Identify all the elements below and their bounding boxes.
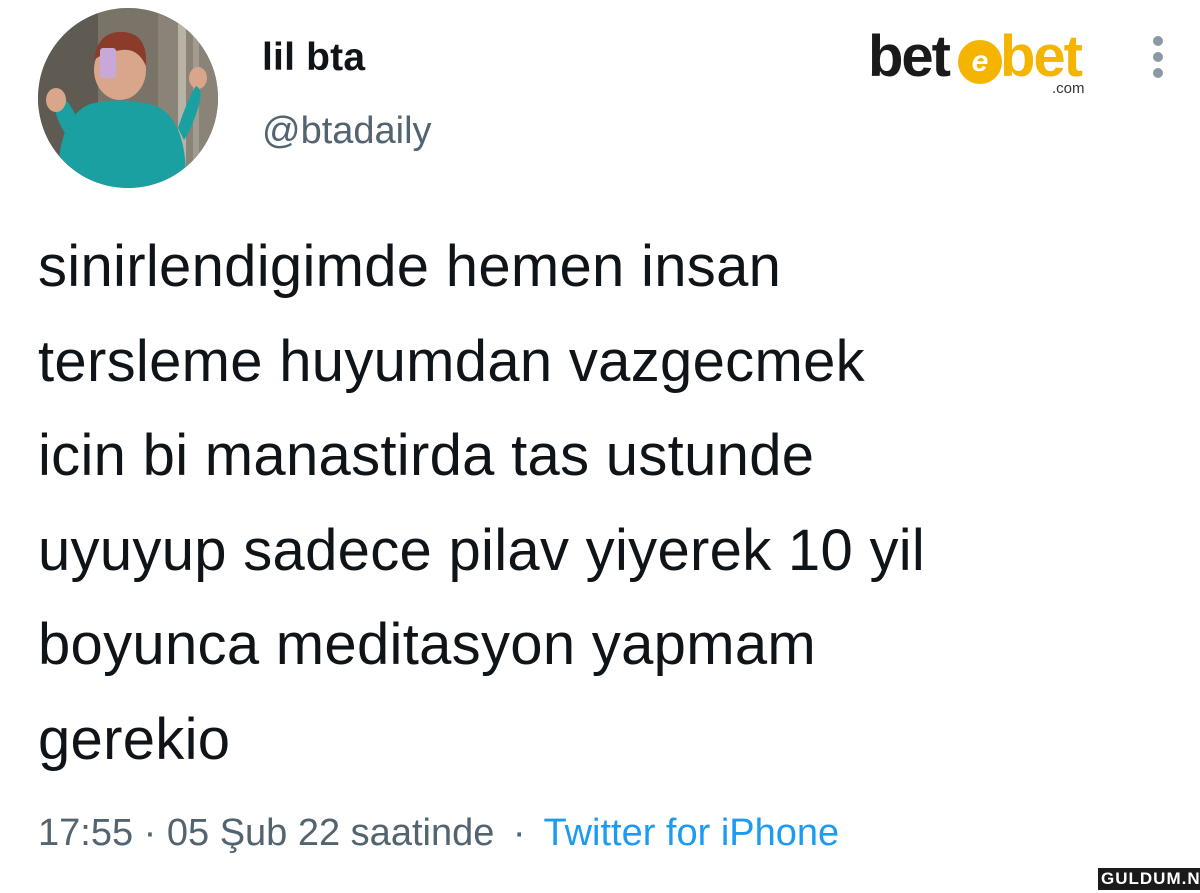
tweet-text: sinirlendigimde hemen insan tersleme huy…	[38, 234, 926, 772]
brand-logo-domain: .com	[1052, 80, 1085, 97]
tweet-card: lil bta @btadaily bet e bet .com sinirle…	[0, 0, 1200, 893]
tweet-source-link[interactable]: Twitter for iPhone	[543, 812, 839, 854]
display-name[interactable]: lil bta	[262, 36, 365, 80]
tweet-meta: 17:55 · 05 Şub 22 saatinde · Twitter for…	[38, 812, 839, 855]
avatar[interactable]	[38, 8, 218, 188]
more-vertical-icon[interactable]	[1148, 36, 1168, 84]
brand-logo-left: bet	[868, 24, 951, 89]
meta-separator: ·	[512, 812, 526, 854]
brand-logo: bet e bet .com	[868, 22, 1108, 102]
tweet-timestamp[interactable]: 17:55 · 05 Şub 22 saatinde	[38, 812, 494, 854]
user-handle[interactable]: @btadaily	[262, 110, 432, 153]
brand-logo-mark: e	[958, 40, 1002, 84]
watermark: GULDUM.NET	[1098, 868, 1200, 890]
avatar-photo	[38, 8, 218, 188]
